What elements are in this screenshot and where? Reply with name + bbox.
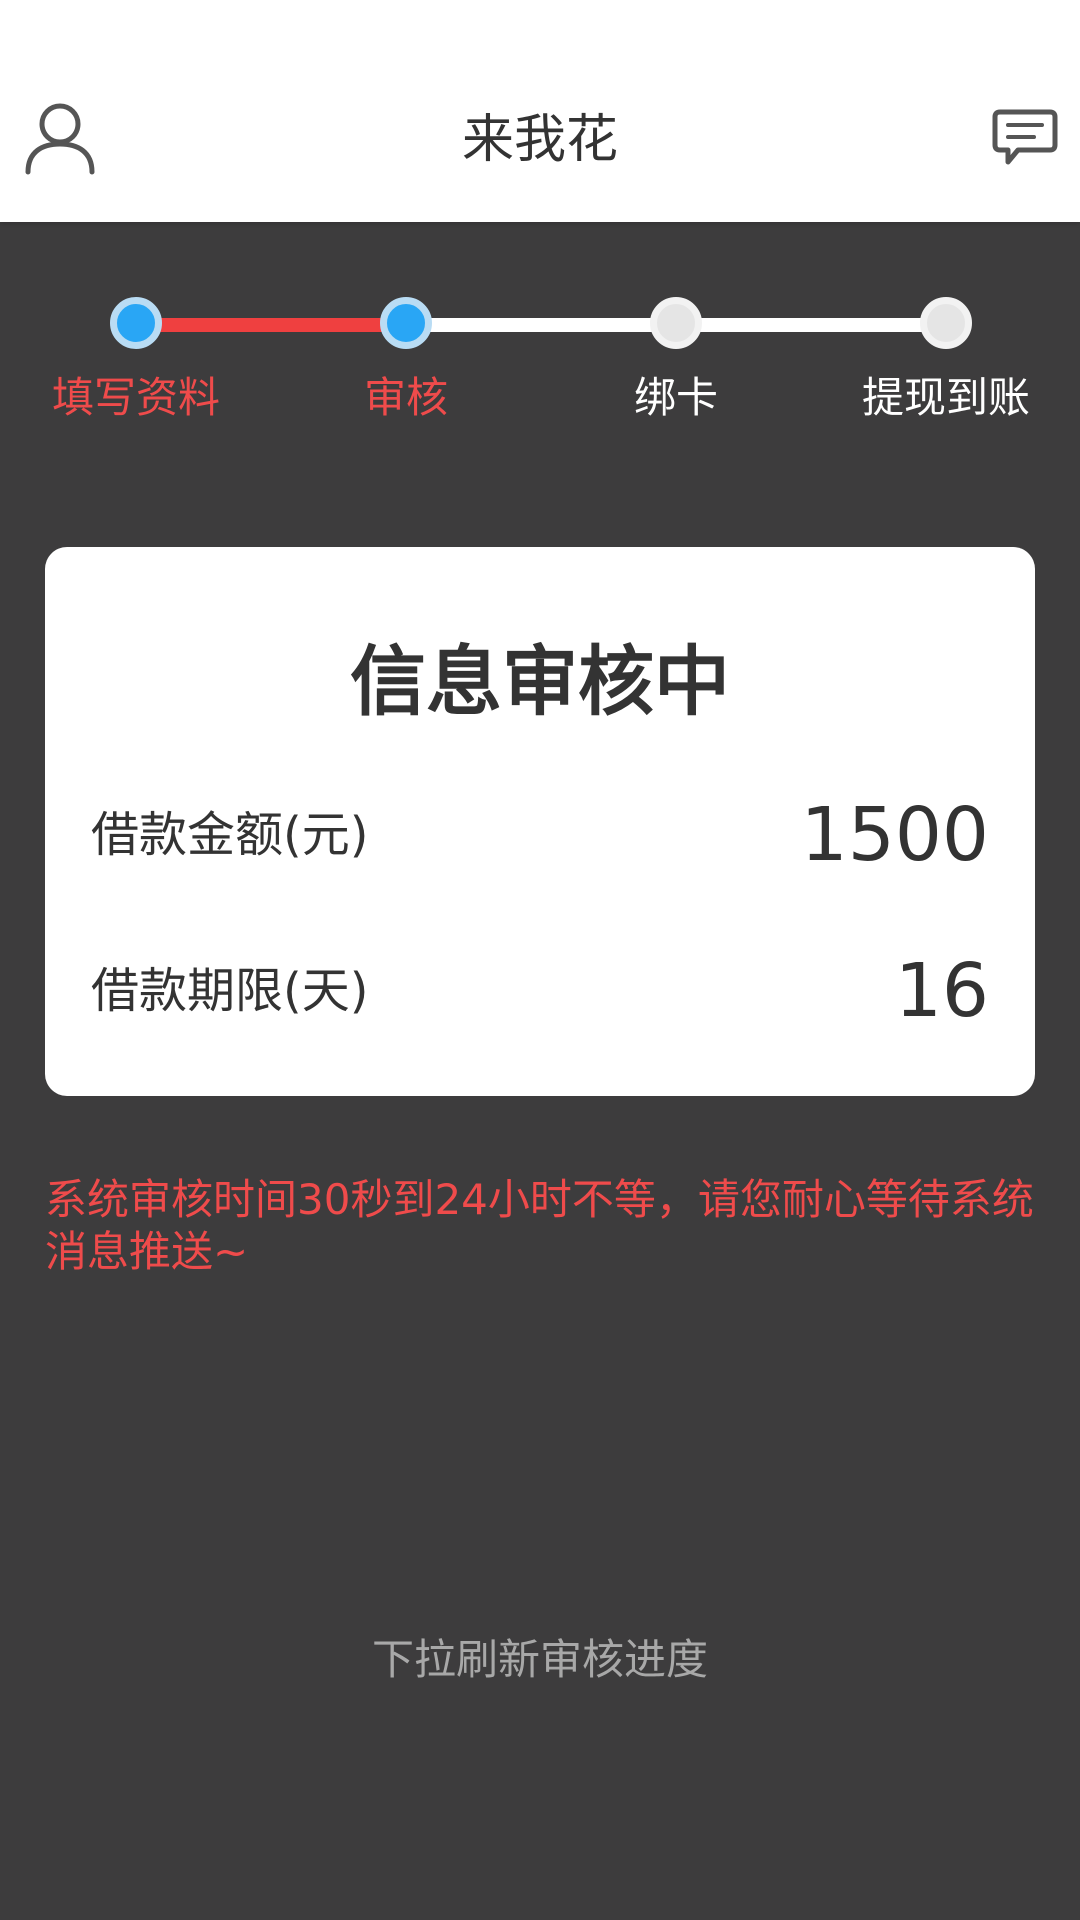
- step-dot-4: [920, 297, 972, 349]
- step-label-fill-info: 填写资料: [51, 373, 220, 422]
- loan-term-value: 16: [894, 948, 989, 1034]
- step-label-withdraw: 提现到账: [861, 373, 1030, 422]
- step-dot-3: [650, 297, 702, 349]
- card-title: 信息审核中: [350, 637, 730, 726]
- page-title: 来我花: [461, 110, 618, 170]
- pull-to-refresh-hint: 下拉刷新审核进度: [371, 1635, 708, 1684]
- loan-amount-value: 1500: [800, 792, 989, 878]
- step-dot-1: [110, 297, 162, 349]
- message-icon: [992, 109, 1058, 165]
- step-label-review: 审核: [363, 373, 448, 422]
- step-dot-2: [380, 297, 432, 349]
- loan-amount-label: 借款金额(元): [91, 807, 369, 863]
- message-button[interactable]: [992, 108, 1058, 168]
- step-line-3: [676, 318, 946, 332]
- loan-term-label: 借款期限(天): [91, 963, 369, 1019]
- step-line-2: [406, 318, 676, 332]
- step-label-bind-card: 绑卡: [633, 373, 718, 422]
- review-status-card: 信息审核中 借款金额(元) 1500 借款期限(天) 16: [45, 547, 1035, 1096]
- step-line-1: [136, 318, 406, 332]
- app-header: 来我花: [0, 0, 1080, 222]
- review-notice: 系统审核时间30秒到24小时不等，请您耐心等待系统消息推送~: [45, 1175, 1034, 1276]
